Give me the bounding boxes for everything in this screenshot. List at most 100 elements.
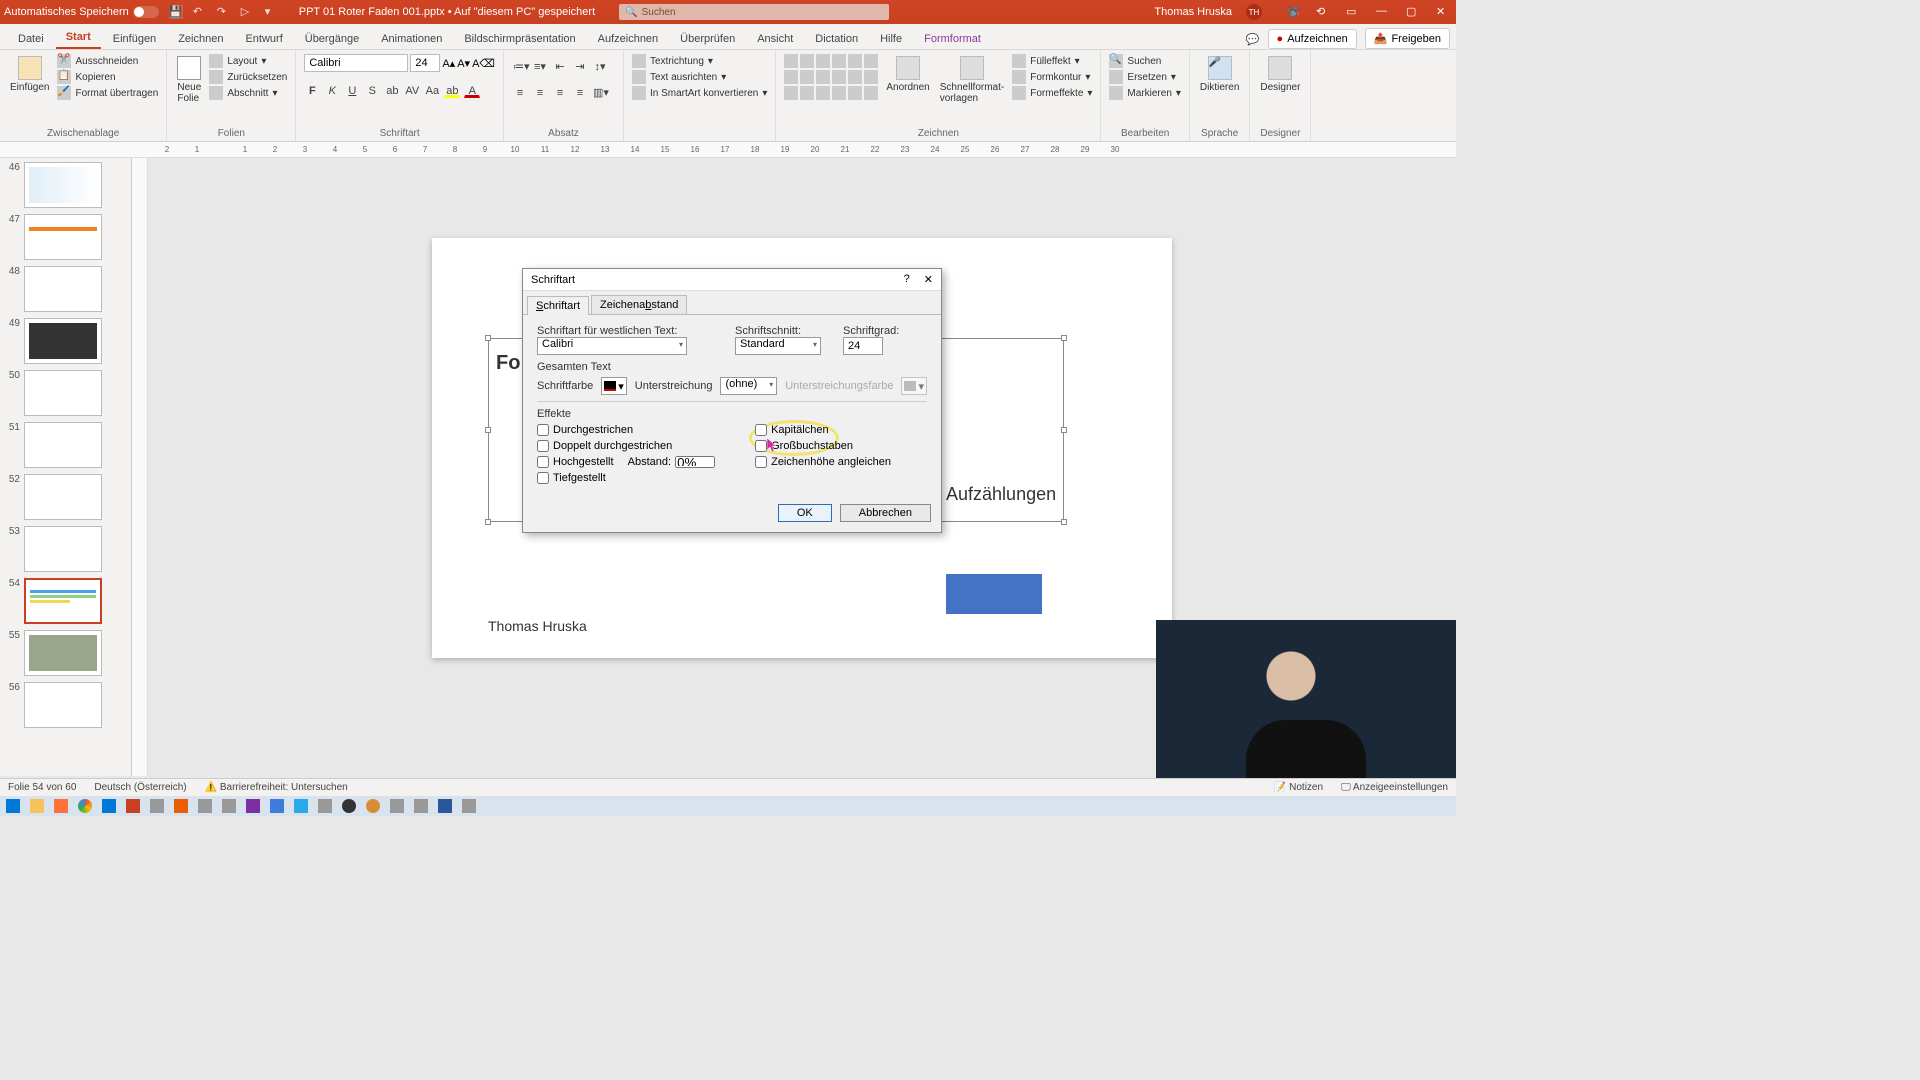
- tab-bildschirmpraesentation[interactable]: Bildschirmpräsentation: [454, 29, 585, 49]
- start-slideshow-icon[interactable]: ▷: [241, 5, 255, 19]
- tab-start[interactable]: Start: [56, 27, 101, 49]
- slide-thumb-56[interactable]: [24, 682, 102, 728]
- slide-thumb-53[interactable]: [24, 526, 102, 572]
- dialog-help-icon[interactable]: ?: [904, 273, 910, 286]
- font-name-input[interactable]: [304, 54, 408, 72]
- copy-button[interactable]: 📋Kopieren: [57, 70, 158, 84]
- tab-datei[interactable]: Datei: [8, 29, 54, 49]
- font-color-picker[interactable]: ▾: [601, 377, 627, 395]
- bold-button[interactable]: F: [304, 82, 320, 98]
- tab-aufzeichnen[interactable]: Aufzeichnen: [588, 29, 669, 49]
- search-box[interactable]: 🔍 Suchen: [619, 4, 889, 20]
- slide-thumb-51[interactable]: [24, 422, 102, 468]
- font-western-dropdown[interactable]: Calibri: [537, 337, 687, 355]
- case-button[interactable]: Aa: [424, 82, 440, 98]
- align-justify-icon[interactable]: ≡: [572, 84, 588, 100]
- notes-button[interactable]: 📝 Notizen: [1274, 782, 1323, 793]
- clear-format-icon[interactable]: A⌫: [472, 57, 495, 70]
- text-direction-button[interactable]: Textrichtung▾: [632, 54, 767, 68]
- cut-button[interactable]: ✂️Ausschneiden: [57, 54, 158, 68]
- strike-button[interactable]: S: [364, 82, 380, 98]
- chk-superscript[interactable]: Hochgestellt Abstand:: [537, 456, 715, 468]
- dialog-tab-spacing[interactable]: ZeichenabstandZeichenabstand: [591, 295, 687, 314]
- italic-button[interactable]: K: [324, 82, 340, 98]
- explorer-icon[interactable]: [30, 799, 44, 813]
- tab-uebergaenge[interactable]: Übergänge: [295, 29, 369, 49]
- present-icon[interactable]: 📽️: [1286, 5, 1302, 19]
- paste-button[interactable]: Einfügen: [8, 54, 51, 95]
- arrange-button[interactable]: Anordnen: [884, 54, 931, 95]
- accessibility-check[interactable]: ⚠️ Barrierefreiheit: Untersuchen: [205, 782, 348, 793]
- designer-button[interactable]: Designer: [1258, 54, 1302, 95]
- app8-icon[interactable]: [414, 799, 428, 813]
- slide-thumb-55[interactable]: [24, 630, 102, 676]
- shape-outline-button[interactable]: Formkontur▾: [1012, 70, 1092, 84]
- powerpoint-icon[interactable]: [126, 799, 140, 813]
- shadow-button[interactable]: ab: [384, 82, 400, 98]
- align-right-icon[interactable]: ≡: [552, 84, 568, 100]
- obs-icon[interactable]: [342, 799, 356, 813]
- app4-icon[interactable]: [270, 799, 284, 813]
- layout-button[interactable]: Layout▾: [209, 54, 287, 68]
- slide-thumb-48[interactable]: [24, 266, 102, 312]
- tab-dictation[interactable]: Dictation: [805, 29, 868, 49]
- chk-double-strike[interactable]: Doppelt durchgestrichen: [537, 440, 715, 452]
- numbering-icon[interactable]: ≡▾: [532, 58, 548, 74]
- align-text-button[interactable]: Text ausrichten▾: [632, 70, 767, 84]
- slide-thumb-50[interactable]: [24, 370, 102, 416]
- telegram-icon[interactable]: [294, 799, 308, 813]
- firefox-icon[interactable]: [54, 799, 68, 813]
- display-settings-button[interactable]: 🖵 Anzeigeeinstellungen: [1341, 782, 1448, 793]
- font-size-spinner[interactable]: [843, 337, 883, 355]
- app-icon[interactable]: [150, 799, 164, 813]
- tab-entwurf[interactable]: Entwurf: [235, 29, 292, 49]
- indent-inc-icon[interactable]: ⇥: [572, 58, 588, 74]
- dictate-button[interactable]: 🎤Diktieren: [1198, 54, 1241, 95]
- maximize-icon[interactable]: ▢: [1406, 5, 1422, 19]
- font-color-button[interactable]: A: [464, 82, 480, 98]
- onenote-icon[interactable]: [246, 799, 260, 813]
- save-icon[interactable]: 💾: [169, 5, 183, 19]
- word-icon[interactable]: [438, 799, 452, 813]
- convert-smartart-button[interactable]: In SmartArt konvertieren▾: [632, 86, 767, 100]
- underline-color-picker[interactable]: ▾: [901, 377, 927, 395]
- tab-animationen[interactable]: Animationen: [371, 29, 452, 49]
- outlook-icon[interactable]: [102, 799, 116, 813]
- new-slide-button[interactable]: Neue Folie: [175, 54, 203, 106]
- select-button[interactable]: Markieren▾: [1109, 86, 1181, 100]
- minimize-icon[interactable]: —: [1376, 5, 1392, 19]
- blue-shape[interactable]: [946, 574, 1042, 614]
- cancel-button[interactable]: Abbrechen: [840, 504, 931, 522]
- comments-icon[interactable]: 💬: [1240, 30, 1266, 49]
- align-left-icon[interactable]: ≡: [512, 84, 528, 100]
- more-icon[interactable]: ▾: [265, 5, 279, 19]
- chk-strikethrough[interactable]: Durchgestrichen: [537, 424, 715, 436]
- replace-button[interactable]: Ersetzen▾: [1109, 70, 1181, 84]
- app9-icon[interactable]: [462, 799, 476, 813]
- app3-icon[interactable]: [222, 799, 236, 813]
- charspace-button[interactable]: AV: [404, 82, 420, 98]
- format-painter-button[interactable]: 🖌️Format übertragen: [57, 86, 158, 100]
- tab-ueberpruefen[interactable]: Überprüfen: [670, 29, 745, 49]
- reset-button[interactable]: Zurücksetzen: [209, 70, 287, 84]
- redo-icon[interactable]: ↷: [217, 5, 231, 19]
- tab-zeichnen[interactable]: Zeichnen: [168, 29, 233, 49]
- share-button[interactable]: 📤Freigeben: [1365, 28, 1450, 49]
- columns-icon[interactable]: ▥▾: [592, 84, 608, 100]
- align-center-icon[interactable]: ≡: [532, 84, 548, 100]
- offset-spinner[interactable]: [675, 456, 715, 468]
- slide-thumbnail-panel[interactable]: 46 47 48 49 50 51 52 53 54 55 56: [0, 158, 132, 776]
- linespacing-icon[interactable]: ↕▾: [592, 58, 608, 74]
- app2-icon[interactable]: [198, 799, 212, 813]
- indent-dec-icon[interactable]: ⇤: [552, 58, 568, 74]
- slide-thumb-46[interactable]: [24, 162, 102, 208]
- tab-hilfe[interactable]: Hilfe: [870, 29, 912, 49]
- chk-subscript[interactable]: Tiefgestellt: [537, 472, 715, 484]
- autosave-toggle[interactable]: [133, 6, 159, 18]
- start-button[interactable]: [6, 799, 20, 813]
- ok-button[interactable]: OK: [778, 504, 832, 522]
- slide-thumb-52[interactable]: [24, 474, 102, 520]
- close-icon[interactable]: ✕: [1436, 5, 1452, 19]
- shapes-gallery[interactable]: [784, 54, 878, 100]
- ribbon-mode-icon[interactable]: ▭: [1346, 5, 1362, 19]
